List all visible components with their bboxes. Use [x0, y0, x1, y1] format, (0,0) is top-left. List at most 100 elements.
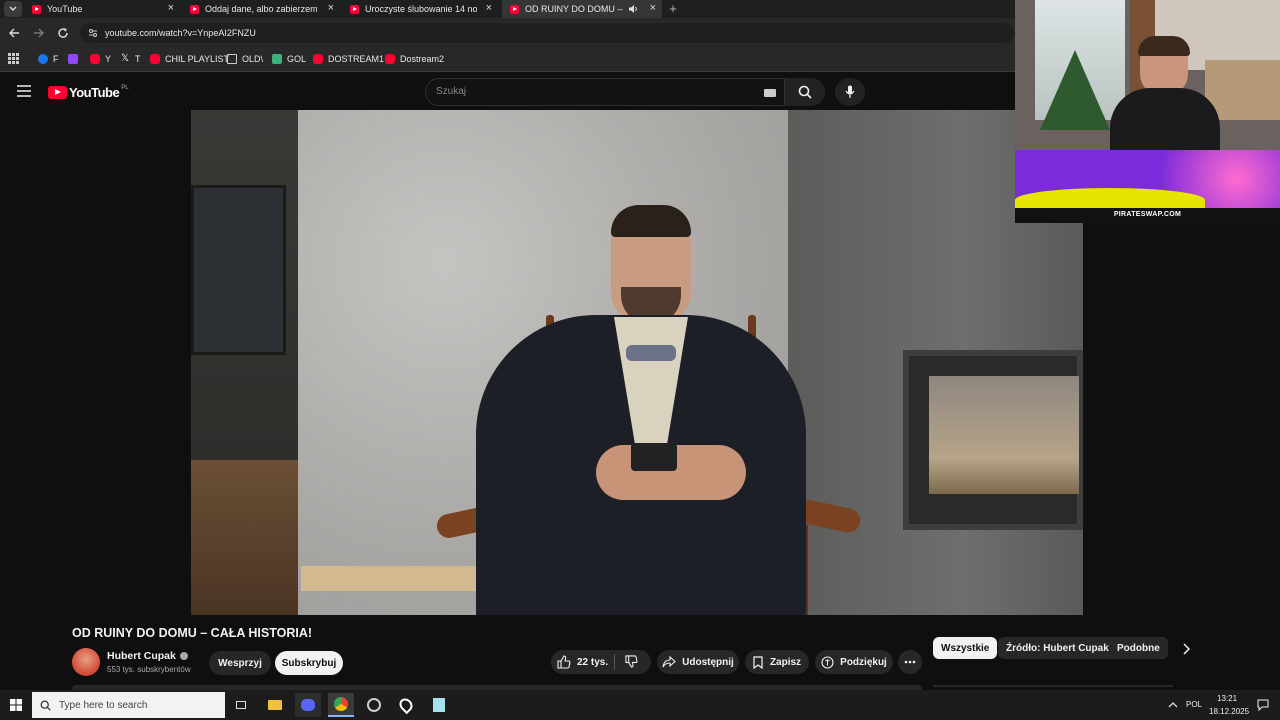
like-divider	[614, 654, 615, 670]
like-button[interactable]: 22 tys.	[557, 653, 608, 671]
share-icon	[662, 656, 676, 668]
location-pin-icon	[396, 695, 416, 715]
chevron-up-icon[interactable]	[1168, 701, 1178, 708]
tab-title: YouTube	[47, 4, 83, 14]
support-button[interactable]: Wesprzyj	[209, 651, 271, 675]
chevron-right-icon[interactable]	[1182, 643, 1190, 655]
bookmark-dostream2[interactable]: Dostream2	[385, 52, 444, 66]
speaker-icon[interactable]	[628, 4, 638, 14]
subscribe-button[interactable]: Subskrybuj	[275, 651, 343, 675]
streamer-webcam-overlay	[1015, 0, 1280, 150]
bookmark-gol[interactable]: GOL	[272, 52, 306, 66]
chrome-icon	[334, 697, 348, 711]
notepad-button[interactable]	[426, 693, 452, 717]
verified-icon	[179, 652, 188, 660]
video-scene-window	[191, 185, 286, 355]
save-button[interactable]: Zapisz	[745, 650, 809, 674]
close-tab-icon[interactable]: ×	[486, 2, 492, 14]
bookmark-x[interactable]: 𝕏T	[120, 52, 141, 66]
youtube-logo[interactable]: YouTube PL	[48, 84, 129, 100]
search-button[interactable]	[785, 78, 825, 106]
bookmark-chil-playlist[interactable]: CHIL PLAYLIST	[150, 52, 229, 66]
channel-avatar[interactable]	[72, 648, 100, 676]
bookmark-icon	[753, 655, 763, 669]
youtube-favicon-icon	[510, 4, 519, 14]
discord-button[interactable]	[295, 693, 321, 717]
twitch-icon	[68, 54, 78, 64]
forward-arrow-icon[interactable]	[33, 27, 45, 39]
chip-similar[interactable]: Podobne	[1109, 637, 1168, 659]
address-bar[interactable]: youtube.com/watch?v=YnpeAI2FNZU	[80, 23, 1015, 43]
task-view-button[interactable]	[228, 693, 254, 717]
thumbs-up-icon	[557, 655, 571, 669]
file-explorer-button[interactable]	[262, 693, 288, 717]
youtube-favicon-icon	[32, 4, 41, 14]
chip-all[interactable]: Wszystkie	[933, 637, 998, 659]
tab-youtube[interactable]: YouTube ×	[32, 0, 180, 18]
youtube-logo-icon	[48, 85, 67, 99]
gol-icon	[272, 54, 282, 64]
chip-source-channel[interactable]: Źródło: Hubert Cupak	[998, 637, 1117, 659]
keyboard-icon[interactable]	[764, 89, 776, 97]
input-language[interactable]: POL	[1186, 700, 1202, 709]
sponsor-banner: PIRATESWAP.COM	[1015, 150, 1280, 223]
tab-title: OD RUINY DO DOMU – CA	[525, 4, 623, 14]
search-input[interactable]: Szukaj	[425, 78, 785, 106]
voice-search-button[interactable]	[835, 78, 865, 106]
apps-grid-icon[interactable]	[8, 53, 19, 64]
close-tab-icon[interactable]: ×	[650, 2, 656, 14]
taskbar-search-input[interactable]: Type here to search	[32, 692, 225, 718]
bookmark-folder-old[interactable]: OLD\	[227, 52, 263, 66]
video-player[interactable]	[191, 110, 1083, 615]
obs-button[interactable]	[361, 693, 387, 717]
maps-app-button[interactable]	[393, 693, 419, 717]
tab-search-dropdown[interactable]	[4, 1, 22, 17]
channel-name-text: Hubert Cupak	[107, 650, 176, 662]
url-text: youtube.com/watch?v=YnpeAI2FNZU	[105, 28, 256, 38]
facebook-icon	[38, 54, 48, 64]
new-tab-button[interactable]: +	[666, 0, 680, 18]
like-count: 22 tys.	[577, 656, 609, 668]
back-arrow-icon[interactable]	[8, 27, 20, 39]
close-tab-icon[interactable]: ×	[168, 2, 174, 14]
bookmark-facebook[interactable]: F	[38, 52, 59, 66]
thanks-button[interactable]: Podziękuj	[815, 650, 893, 674]
x-logo-icon: 𝕏	[120, 53, 130, 64]
share-button[interactable]: Udostępnij	[657, 650, 739, 674]
clock-date[interactable]: 18.12.2025	[1209, 707, 1249, 716]
thumbs-down-icon[interactable]	[625, 655, 638, 668]
subscriber-count: 553 tys. subskrybentów	[107, 665, 191, 674]
notepad-icon	[433, 698, 445, 712]
taskbar-search-placeholder: Type here to search	[59, 699, 148, 711]
folder-icon	[268, 700, 282, 710]
site-info-icon[interactable]	[88, 28, 98, 38]
discord-icon	[301, 699, 315, 711]
youtube-icon	[313, 54, 323, 64]
region-code: PL	[121, 85, 129, 91]
tab-title: Oddaj dane, albo zabierzemy c	[205, 4, 317, 14]
bookmark-youtube[interactable]: Y	[90, 52, 111, 66]
bookmark-twitch[interactable]	[68, 52, 83, 66]
chevron-down-icon	[9, 6, 17, 11]
youtube-logo-text: YouTube	[69, 84, 120, 100]
tab-od-ruiny[interactable]: OD RUINY DO DOMU – CA ×	[502, 0, 662, 18]
menu-hamburger-icon[interactable]	[17, 85, 31, 97]
webcam-streamer	[1110, 36, 1220, 150]
reload-icon[interactable]	[57, 27, 69, 39]
tab-uroczyste[interactable]: Uroczyste ślubowanie 14 nowy ×	[350, 0, 498, 18]
more-horizontal-icon	[904, 660, 916, 664]
clock-time[interactable]: 13:21	[1217, 694, 1237, 703]
youtube-icon	[385, 54, 395, 64]
windows-start-icon[interactable]	[10, 699, 22, 711]
more-actions-button[interactable]	[898, 650, 922, 674]
tab-oddaj-dane[interactable]: Oddaj dane, albo zabierzemy c ×	[190, 0, 340, 18]
channel-name[interactable]: Hubert Cupak	[107, 650, 188, 662]
thanks-heart-icon	[821, 655, 834, 669]
tab-title: Uroczyste ślubowanie 14 nowy	[365, 4, 477, 14]
microphone-icon	[845, 85, 855, 98]
bookmark-dostream1[interactable]: DOSTREAM1	[313, 52, 384, 66]
chrome-button[interactable]	[328, 693, 354, 717]
video-title: OD RUINY DO DOMU – CAŁA HISTORIA!	[72, 626, 313, 640]
notifications-icon[interactable]	[1257, 699, 1269, 711]
close-tab-icon[interactable]: ×	[328, 2, 334, 14]
